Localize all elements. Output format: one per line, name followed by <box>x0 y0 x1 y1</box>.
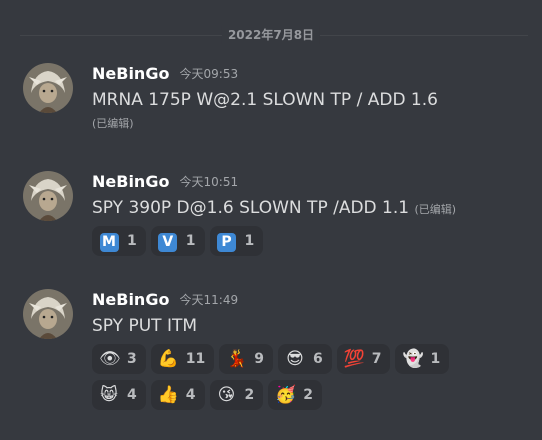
timestamp[interactable]: 今天09:53 <box>180 67 239 81</box>
message-header: NeBinGo 今天11:49 <box>92 289 238 311</box>
message[interactable]: NeBinGo 今天11:49 SPY PUT ITM 👁 3 💪 11 💃 9… <box>0 289 542 429</box>
message-text: SPY 390P D@1.6 SLOWN TP /ADD 1.1 <box>92 198 410 218</box>
kissing-face-icon: 😘 <box>217 385 236 405</box>
partying-face-icon: 🥳 <box>275 385 297 405</box>
eye-icon: 👁 <box>99 349 121 369</box>
grinning-cat-icon: 😸 <box>100 385 118 405</box>
reaction-count: 9 <box>254 351 264 367</box>
username[interactable]: NeBinGo <box>92 64 169 83</box>
reaction-regional-p[interactable]: P 1 <box>209 226 264 256</box>
reaction-count: 2 <box>244 387 255 403</box>
reaction-flexed-biceps[interactable]: 💪 11 <box>150 344 215 374</box>
sunglasses-face-icon: 😎 <box>286 349 304 369</box>
reaction-grinning-cat[interactable]: 😸 4 <box>92 380 146 410</box>
message[interactable]: NeBinGo 今天10:51 SPY 390P D@1.6 SLOWN TP … <box>0 171 542 261</box>
message[interactable]: NeBinGo 今天09:53 MRNA 175P W@2.1 SLOWN TP… <box>0 63 542 143</box>
reaction-count: 1 <box>185 233 196 249</box>
regional-indicator-m-icon: M <box>99 231 119 252</box>
dancer-icon: 💃 <box>226 349 248 369</box>
avatar[interactable] <box>23 63 73 113</box>
avatar-image <box>23 171 73 221</box>
reaction-count: 6 <box>312 351 323 367</box>
reaction-kissing-face[interactable]: 😘 2 <box>209 380 264 410</box>
reaction-count: 1 <box>430 351 441 367</box>
reaction-count: 3 <box>127 351 137 367</box>
ghost-icon: 👻 <box>402 349 424 369</box>
message-content: SPY 390P D@1.6 SLOWN TP /ADD 1.1 (已编辑) <box>92 197 456 221</box>
regional-indicator-v-icon: V <box>158 231 178 252</box>
reaction-regional-m[interactable]: M 1 <box>92 226 146 256</box>
reaction-eye[interactable]: 👁 3 <box>92 344 146 374</box>
reaction-sunglasses[interactable]: 😎 6 <box>277 344 332 374</box>
reaction-thumbs-up[interactable]: 👍 4 <box>150 380 205 410</box>
reaction-count: 7 <box>371 351 382 367</box>
edited-indicator: (已编辑) <box>92 117 134 130</box>
message-header: NeBinGo 今天09:53 <box>92 63 238 85</box>
reaction-count: 4 <box>127 387 137 403</box>
username[interactable]: NeBinGo <box>92 290 169 309</box>
date-divider-label: 2022年7月8日 <box>221 26 321 44</box>
thumbs-up-icon: 👍 <box>157 385 179 405</box>
timestamp[interactable]: 今天10:51 <box>180 175 239 189</box>
avatar[interactable] <box>23 171 73 221</box>
hundred-points-icon: 💯 <box>343 349 365 369</box>
timestamp[interactable]: 今天11:49 <box>180 293 239 307</box>
reaction-count: 11 <box>185 351 206 367</box>
reaction-count: 2 <box>303 387 313 403</box>
reaction-ghost[interactable]: 👻 1 <box>395 344 450 374</box>
reaction-count: 1 <box>244 233 255 249</box>
reaction-count: 1 <box>127 233 137 249</box>
message-header: NeBinGo 今天10:51 <box>92 171 238 193</box>
flexed-biceps-icon: 💪 <box>157 349 179 369</box>
avatar-image <box>23 63 73 113</box>
regional-indicator-p-icon: P <box>217 231 237 252</box>
avatar[interactable] <box>23 289 73 339</box>
avatar-image <box>23 289 73 339</box>
reaction-dancer[interactable]: 💃 9 <box>219 344 273 374</box>
reaction-partying-face[interactable]: 🥳 2 <box>268 380 322 410</box>
reaction-hundred[interactable]: 💯 7 <box>336 344 391 374</box>
reactions-bar: 👁 3 💪 11 💃 9 😎 6 💯 7 👻 1 😸 4 👍 4 😘 2 🥳 2 <box>92 344 492 410</box>
reaction-regional-v[interactable]: V 1 <box>150 226 205 256</box>
reaction-count: 4 <box>185 387 196 403</box>
edited-indicator: (已编辑) <box>414 203 457 216</box>
username[interactable]: NeBinGo <box>92 172 169 191</box>
message-content: MRNA 175P W@2.1 SLOWN TP / ADD 1.6 <box>92 90 438 110</box>
message-content: SPY PUT ITM <box>92 316 198 336</box>
reactions-bar: M 1 V 1 P 1 <box>92 226 492 256</box>
